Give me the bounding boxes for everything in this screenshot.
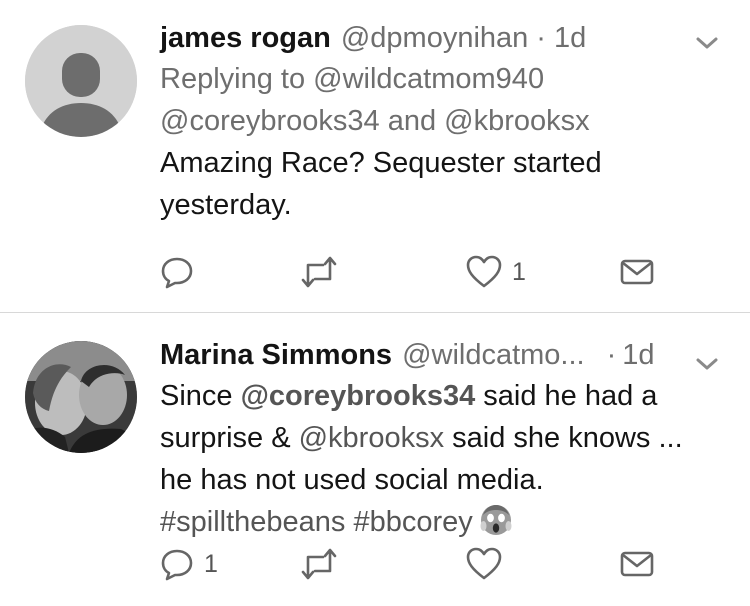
default-avatar[interactable] — [25, 25, 137, 137]
replying-to-line: Replying to @wildcatmom940 @coreybrooks3… — [160, 58, 730, 142]
author-name[interactable]: james rogan — [160, 18, 331, 58]
direct-message-button[interactable] — [620, 546, 654, 582]
default-avatar-icon — [25, 25, 137, 137]
separator-dot: · — [606, 339, 617, 371]
tweet-content: james rogan @dpmoynihan · 1d Replying to… — [160, 18, 730, 226]
reply-icon — [161, 549, 193, 581]
tweet-header: james rogan @dpmoynihan · 1d — [160, 18, 730, 58]
tweet-text-line: he has not used social media. — [160, 464, 544, 496]
text-segment: said she knows ... — [444, 422, 683, 454]
heart-icon — [466, 547, 502, 580]
tweet-header: Marina Simmons @wildcatmo... · 1d — [160, 335, 730, 375]
hashtag-link[interactable]: #spillthebeans — [160, 506, 345, 538]
reply-button[interactable]: 1 — [160, 546, 218, 582]
tweet-timestamp[interactable]: 1d — [554, 18, 586, 58]
reply-icon — [161, 257, 193, 289]
user-avatar[interactable] — [25, 341, 137, 453]
retweet-button[interactable] — [300, 546, 338, 582]
direct-message-button[interactable] — [620, 254, 654, 290]
author-handle[interactable]: @dpmoynihan — [341, 18, 528, 58]
author-handle[interactable]: @wildcatmo... — [402, 335, 585, 375]
separator-dot: · — [536, 22, 546, 54]
tweet-text: Since @coreybrooks34 said he had a surpr… — [160, 375, 730, 543]
mention-link[interactable]: @kbrooksx — [299, 422, 444, 454]
replying-to-mention[interactable]: @kbrooksx — [444, 105, 589, 137]
profile-photo — [25, 341, 137, 453]
envelope-icon — [620, 551, 654, 577]
tweet-timestamp[interactable]: 1d — [622, 335, 654, 375]
reply-button[interactable] — [160, 254, 194, 290]
tweet-text-line: yesterday. — [160, 189, 292, 221]
tweet-text-line: Amazing Race? Sequester started — [160, 147, 602, 179]
like-count: 1 — [512, 257, 526, 286]
tweet-content: Marina Simmons @wildcatmo... · 1d Since … — [160, 335, 730, 543]
like-button[interactable]: 1 — [466, 254, 526, 290]
replying-to-mention[interactable]: @wildcatmom940 — [313, 63, 544, 95]
retweet-icon — [301, 256, 337, 288]
text-segment: Since — [160, 380, 241, 412]
tweet-actions: 1 — [160, 254, 660, 290]
heart-icon — [466, 255, 502, 288]
tweet-actions: 1 — [160, 546, 660, 582]
tweet-text-line: #spillthebeans #bbcorey — [160, 501, 730, 543]
like-button[interactable] — [466, 546, 502, 582]
tweet-text-line: surprise & @kbrooksx said she knows ... — [160, 417, 730, 459]
tweet-text-line: Since @coreybrooks34 said he had a — [160, 375, 730, 417]
screaming-face-emoji — [479, 503, 513, 537]
hashtag-link[interactable]: #bbcorey — [353, 506, 472, 538]
tweet-text: Amazing Race? Sequester started yesterda… — [160, 142, 730, 226]
reply-count: 1 — [204, 549, 218, 578]
retweet-icon — [301, 548, 337, 580]
replying-and-label: and — [387, 105, 437, 137]
retweet-button[interactable] — [300, 254, 338, 290]
author-name[interactable]: Marina Simmons — [160, 335, 392, 375]
replying-to-mention[interactable]: @coreybrooks34 — [160, 105, 380, 137]
mention-link[interactable]: @coreybrooks34 — [241, 380, 476, 412]
envelope-icon — [620, 259, 654, 285]
tweet[interactable]: james rogan @dpmoynihan · 1d Replying to… — [0, 0, 750, 312]
text-segment: surprise & — [160, 422, 299, 454]
replying-to-label: Replying to — [160, 63, 306, 95]
text-segment: said he had a — [475, 380, 658, 412]
tweet[interactable]: Marina Simmons @wildcatmo... · 1d Since … — [0, 313, 750, 606]
